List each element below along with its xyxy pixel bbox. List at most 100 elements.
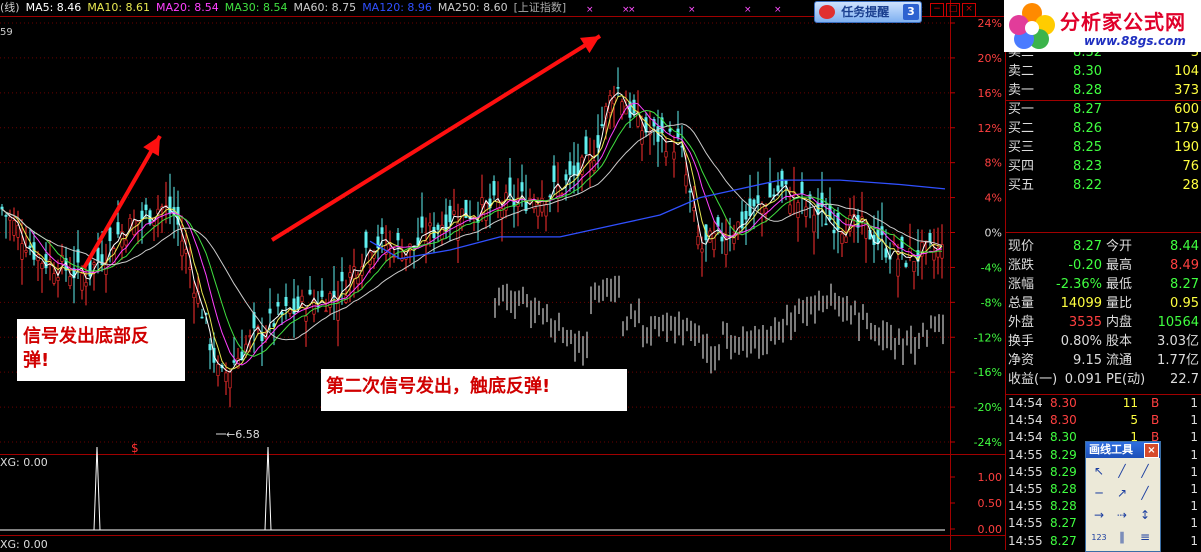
stat-value: 3535 (1068, 315, 1102, 330)
indicator-tick-label: 0.00 (978, 523, 1003, 536)
divider (1006, 100, 1201, 101)
candle-body (52, 273, 56, 284)
task-icon (819, 5, 835, 19)
signal-spike (264, 446, 272, 531)
stat-label: 外盘 (1008, 315, 1035, 330)
order-book-row: 买二 8.26 179 (1006, 119, 1201, 138)
candle-body (140, 210, 144, 220)
draw-tool-button[interactable]: ↗ (1112, 484, 1132, 503)
draw-tool-button[interactable]: ╱ (1112, 462, 1132, 481)
stat-value: -2.36% (1056, 277, 1102, 292)
order-book-row: 卖二 8.30 104 (1006, 62, 1201, 81)
candle-body (812, 214, 816, 233)
trade-count: 1 (1190, 413, 1198, 428)
candle-body (544, 203, 548, 217)
ma-legend-item: MA5: 8.46 (25, 1, 82, 14)
stat-value: 1.77亿 (1157, 353, 1199, 368)
toolbox-title-bar[interactable]: 画线工具 × (1086, 442, 1160, 458)
candle-body (752, 199, 756, 207)
candle-body (664, 151, 668, 158)
candle-body (392, 256, 396, 259)
candle-body (600, 124, 604, 127)
draw-tool-button[interactable]: → (1089, 506, 1109, 525)
trade-price: 8.29 (1050, 464, 1077, 479)
order-volume: 600 (1174, 102, 1199, 117)
order-price: 8.25 (1073, 140, 1102, 155)
candle-body (308, 289, 312, 295)
ma-legend: (线) MA5: 8.46 MA10: 8.61 MA20: 8.54 MA30: 8.… (0, 0, 572, 16)
candle-body (520, 182, 524, 192)
candle-body (452, 210, 456, 215)
draw-tool-button[interactable]: ⇢ (1112, 506, 1132, 525)
kline-chart[interactable]: 24% 20% 16% 12% 8% 4% 0% -4% -8% -12% -16% -20% -24%… (0, 0, 1006, 550)
candle-body (348, 272, 352, 278)
maximize-icon[interactable]: □ (946, 3, 960, 17)
order-volume: 373 (1174, 83, 1199, 98)
candle-body (116, 222, 120, 235)
candle-body (180, 240, 184, 257)
toolbox-close-icon[interactable]: × (1144, 443, 1159, 458)
draw-tool-button[interactable]: ≡ (1135, 528, 1155, 547)
minimize-icon[interactable]: − (930, 3, 944, 17)
candle-body (96, 247, 100, 262)
order-book-row: 买五 8.22 28 (1006, 176, 1201, 195)
candle-body (92, 262, 96, 266)
stats-row: 涨跌 -0.20 最高 8.49 (1006, 256, 1201, 275)
candle-body (596, 135, 600, 148)
trade-time: 14:54 (1008, 413, 1043, 428)
candle-body (668, 128, 672, 132)
stat-label: 股本 (1106, 334, 1133, 349)
candle-body (724, 238, 728, 255)
trade-time: 14:55 (1008, 499, 1043, 514)
event-marker: × (744, 5, 752, 15)
stat-label: 流通 (1106, 353, 1133, 368)
trade-row: 14:54 8.30 11 B 1 (1006, 395, 1201, 412)
candle-body (632, 99, 636, 114)
task-count-badge: 3 (903, 4, 919, 20)
trade-price: 8.30 (1050, 396, 1077, 410)
stat-label: 最低 (1106, 277, 1133, 292)
candle-body (480, 197, 484, 205)
candle-body (200, 316, 204, 319)
draw-tool-button[interactable]: ∥ (1112, 528, 1132, 547)
candle-body (760, 203, 764, 214)
trade-count: 1 (1190, 482, 1198, 496)
candle-body (844, 236, 848, 243)
candle-body (584, 136, 588, 154)
order-price: 8.28 (1073, 83, 1102, 98)
trade-count: 1 (1190, 396, 1198, 410)
annotation-line: 弹! (23, 350, 50, 371)
ma-legend-item: (线) (0, 1, 20, 14)
draw-tool-button[interactable]: 123 (1089, 528, 1109, 547)
stat-value: 8.27 (1073, 239, 1102, 254)
candle-body (568, 161, 572, 175)
drawing-toolbox[interactable]: 画线工具 × ↖ ╱ ╱ ─ ↗ ╱ → ⇢ ↕ 123 ∥ ≡ (1085, 441, 1161, 552)
draw-tool-button[interactable]: ─ (1089, 484, 1109, 503)
draw-tool-button[interactable]: ↖ (1089, 462, 1109, 481)
candle-body (188, 267, 192, 270)
candle-body (696, 235, 700, 246)
candle-body (612, 96, 616, 105)
stat-value: 14099 (1060, 296, 1102, 311)
draw-tool-button[interactable]: ↕ (1135, 506, 1155, 525)
trade-count: 1 (1190, 516, 1198, 531)
candle-body (640, 130, 644, 145)
annotation-line: 信号发出底部反 (23, 326, 149, 347)
trade-volume: 11 (1122, 396, 1138, 410)
order-level-label: 买二 (1008, 121, 1035, 136)
order-volume: 190 (1174, 140, 1199, 155)
candle-body (12, 220, 16, 236)
event-marker: × (628, 5, 636, 15)
order-price: 8.30 (1073, 64, 1102, 79)
draw-tool-button[interactable]: ╱ (1135, 462, 1155, 481)
indicator-tick-label: 0.50 (978, 497, 1003, 510)
draw-tool-button[interactable]: ╱ (1135, 484, 1155, 503)
candle-body (824, 223, 828, 226)
order-price: 8.27 (1073, 102, 1102, 117)
close-icon[interactable]: × (962, 3, 976, 17)
trade-price: 8.27 (1050, 533, 1077, 548)
stat-label: 涨幅 (1008, 277, 1035, 292)
trade-price: 8.28 (1050, 499, 1077, 514)
task-reminder-button[interactable]: 任务提醒 3 (814, 1, 922, 23)
pct-tick-label: -20% (974, 401, 1002, 414)
